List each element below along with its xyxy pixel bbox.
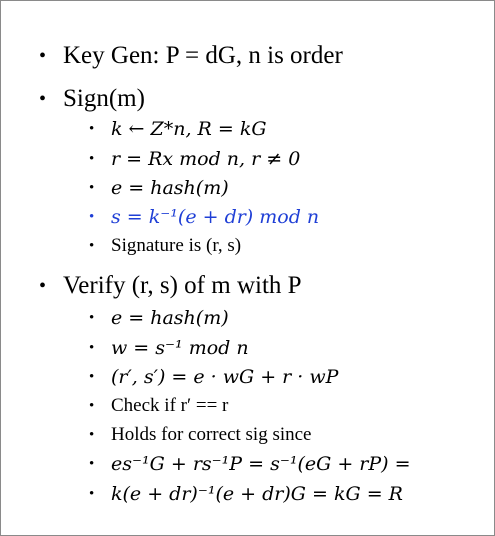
bullet-text: s = k⁻¹(e + dr) mod n: [111, 206, 320, 228]
bullet-text: Sign(m): [63, 85, 145, 112]
bullet-dot: •: [39, 88, 47, 110]
bullet-text: e = hash(m): [111, 177, 229, 199]
bullet-text: r = Rx mod n, r ≠ 0: [111, 148, 301, 170]
bullet-dot: •: [89, 238, 95, 254]
slide: • Key Gen: P = dG, n is order • Sign(m) …: [0, 0, 495, 536]
bullet-dot: •: [39, 45, 47, 67]
bullet-text: Holds for correct sig since: [111, 424, 312, 445]
bullet-dot: •: [89, 209, 95, 225]
bullet-text: k ← Z*n, R = kG: [111, 118, 267, 140]
bullet-text: Check if r′ == r: [111, 395, 229, 416]
bullet-text: w = s⁻¹ mod n: [111, 337, 249, 359]
bullet-dot: •: [89, 427, 95, 443]
bullet-dot: •: [89, 121, 95, 137]
bullet-text: (r′, s′) = e · wG + r · wP: [111, 366, 339, 388]
bullet-text: es⁻¹G + rs⁻¹P = s⁻¹(eG + rP) =: [111, 453, 411, 475]
bullet-text: e = hash(m): [111, 307, 229, 329]
bullet-dot: •: [89, 310, 95, 326]
bullet-dot: •: [89, 369, 95, 385]
bullet-dot: •: [89, 180, 95, 196]
bullet-dot: •: [89, 340, 95, 356]
bullet-dot: •: [89, 456, 95, 472]
bullet-dot: •: [89, 398, 95, 414]
bullet-dot: •: [39, 275, 47, 297]
bullet-text: k(e + dr)⁻¹(e + dr)G = kG = R: [111, 483, 403, 505]
bullet-text: Verify (r, s) of m with P: [63, 272, 302, 299]
bullet-text: Signature is (r, s): [111, 235, 242, 256]
bullet-dot: •: [89, 151, 95, 167]
bullet-dot: •: [89, 486, 95, 502]
bullet-text: Key Gen: P = dG, n is order: [63, 42, 343, 69]
